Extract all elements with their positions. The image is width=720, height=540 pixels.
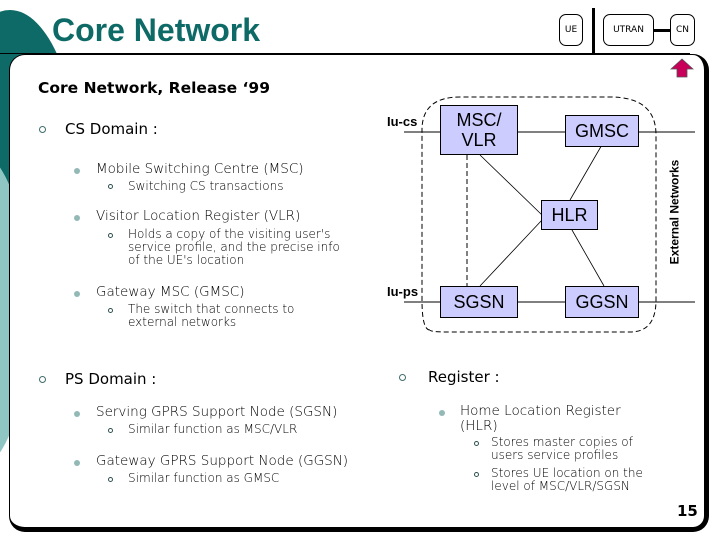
bullet-small-ring-icon [108, 308, 113, 313]
hlr-item-line2: (HLR) [460, 418, 498, 434]
vlr-item: Visitor Location Register (VLR) [96, 208, 301, 224]
sgsn-hlr-link [479, 219, 543, 287]
bullet-small-ring-icon [108, 233, 113, 238]
ggsn-hlr-link [571, 229, 605, 287]
bullet-ring-icon [39, 126, 46, 133]
ggsn-sub: Similar function as GMSC [128, 471, 280, 485]
nav-connector [653, 29, 670, 32]
register-heading: Register : [428, 368, 500, 386]
hlr-item-line1: Home Location Register [460, 403, 621, 419]
bullet-dot-icon [74, 460, 80, 466]
msc-vlr-label-line1: MSC/ [456, 110, 502, 130]
nav-ue-button[interactable]: UE [559, 14, 583, 46]
sgsn-sub: Similar function as MSC/VLR [128, 422, 298, 436]
slide-title: Core Network [52, 12, 261, 48]
gmsc-item: Gateway MSC (GMSC) [96, 284, 245, 300]
bullet-dot-icon [74, 291, 80, 297]
hlr-sub1-line2: users service profiles [491, 448, 619, 462]
slide-subtitle: Core Network, Release ‘99 [38, 79, 271, 97]
msc-hlr-link [479, 154, 543, 216]
cs-domain-heading: CS Domain : [65, 120, 158, 138]
msc-vlr-label-line2: VLR [461, 130, 497, 150]
nav-utran-button[interactable]: UTRAN [603, 14, 654, 46]
bullet-small-ring-icon [474, 441, 479, 446]
msc-sub: Switching CS transactions [128, 179, 284, 193]
bullet-ring-icon [39, 376, 46, 383]
page-number: 15 [677, 502, 698, 520]
up-arrow-icon[interactable] [670, 58, 694, 78]
gmsc-hlr-link [569, 142, 604, 201]
msc-item: Mobile Switching Centre (MSC) [96, 161, 304, 177]
ggsn-node: GGSN [565, 286, 639, 318]
bullet-small-ring-icon [108, 477, 113, 482]
bullet-small-ring-icon [108, 184, 113, 189]
ggsn-item: Gateway GPRS Support Node (GGSN) [96, 453, 349, 469]
hlr-sub2-line2: level of MSC/VLR/SGSN [491, 479, 630, 493]
vlr-sub-line3: of the UE's location [128, 253, 245, 267]
nav-cn-button[interactable]: CN [670, 14, 695, 46]
bullet-dot-icon [74, 411, 80, 417]
sgsn-node: SGSN [440, 286, 518, 318]
bullet-ring-icon [399, 374, 406, 381]
bullet-dot-icon [74, 215, 80, 221]
bullet-small-ring-icon [474, 472, 479, 477]
nav-separator [592, 8, 595, 54]
iu-cs-label: Iu-cs [387, 114, 418, 129]
sgsn-item: Serving GPRS Support Node (SGSN) [96, 404, 338, 420]
gmsc-node: GMSC [565, 115, 639, 147]
iu-ps-label: Iu-ps [387, 284, 419, 299]
gmsc-sub-line2: external networks [128, 315, 237, 329]
bullet-small-ring-icon [108, 428, 113, 433]
msc-vlr-node: MSC/ VLR [440, 105, 518, 155]
hlr-node: HLR [541, 200, 598, 230]
bullet-dot-icon [439, 410, 445, 416]
ps-domain-heading: PS Domain : [65, 370, 157, 388]
bullet-dot-icon [74, 168, 80, 174]
external-networks-label: External Networks [667, 159, 682, 265]
